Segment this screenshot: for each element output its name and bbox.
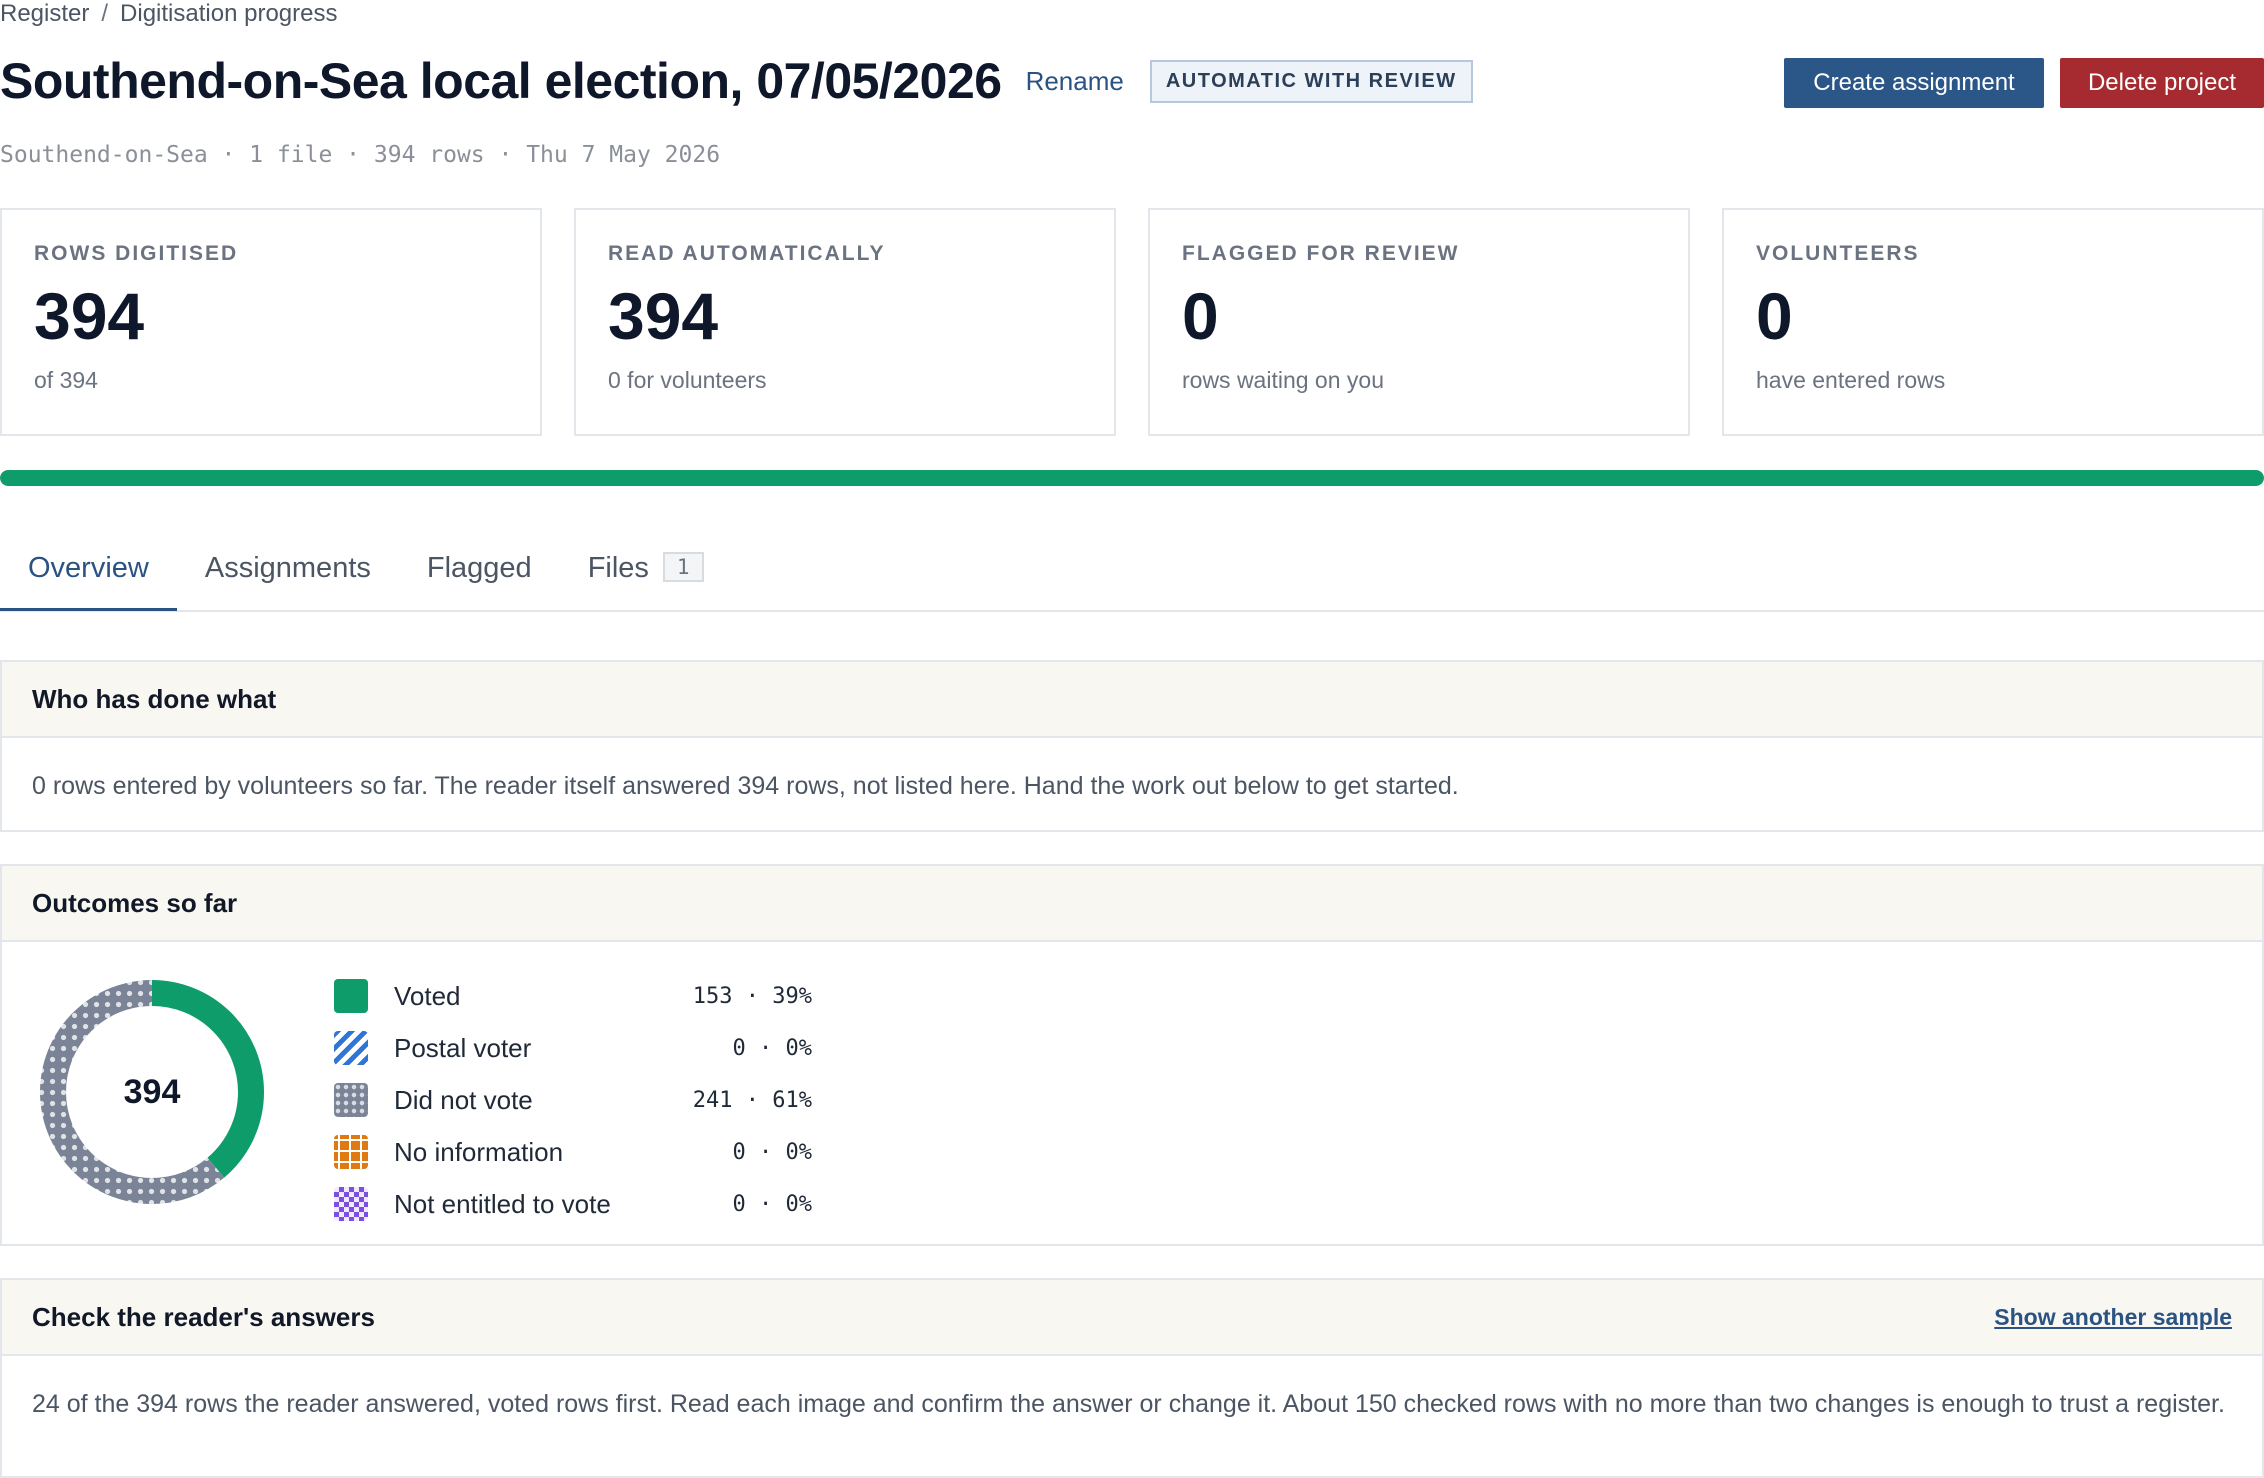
show-another-sample-link[interactable]: Show another sample xyxy=(1994,1304,2232,1331)
stat-card-flagged-for-review: FLAGGED FOR REVIEW 0 rows waiting on you xyxy=(1148,208,1690,436)
no-information-swatch xyxy=(334,1135,368,1169)
legend-row-did-not-vote: Did not vote 241 · 61% xyxy=(334,1074,812,1126)
header-actions: Create assignment Delete project xyxy=(1784,58,2264,108)
stat-label: ROWS DIGITISED xyxy=(34,242,239,265)
panel-body-text: 0 rows entered by volunteers so far. The… xyxy=(32,772,1459,800)
tab-label: Flagged xyxy=(426,552,532,584)
outcomes-legend: Voted 153 · 39% Postal voter 0 · 0% Did … xyxy=(334,970,812,1230)
panel-title: Who has done what xyxy=(32,683,277,714)
legend-row-postal-voter: Postal voter 0 · 0% xyxy=(334,1022,812,1074)
tab-overview[interactable]: Overview xyxy=(0,540,177,611)
outcomes-panel: Outcomes so far 394 Voted 153 · 39% Post… xyxy=(0,864,2264,1246)
stat-value: 394 xyxy=(34,279,145,353)
legend-value: 0 · 0% xyxy=(732,1035,812,1061)
tab-label: Assignments xyxy=(204,552,371,584)
legend-row-voted: Voted 153 · 39% xyxy=(334,970,812,1022)
legend-label: No information xyxy=(394,1136,564,1167)
breadcrumb-separator: / xyxy=(101,0,109,27)
voted-swatch xyxy=(334,979,368,1013)
tab-label: Overview xyxy=(28,552,149,584)
breadcrumb-current: Digitisation progress xyxy=(120,0,338,27)
legend-row-no-information: No information 0 · 0% xyxy=(334,1126,812,1178)
postal-voter-swatch xyxy=(334,1031,368,1065)
progress-fill xyxy=(0,470,2264,486)
tab-label: Files xyxy=(587,552,649,584)
mode-badge: AUTOMATIC WITH REVIEW xyxy=(1149,59,1473,103)
digitisation-progress-bar xyxy=(0,470,2264,486)
legend-label: Voted xyxy=(394,980,461,1011)
outcomes-donut: 394 xyxy=(36,976,268,1208)
title-row: Southend-on-Sea local election, 07/05/20… xyxy=(0,52,1473,110)
who-has-done-what-panel: Who has done what 0 rows entered by volu… xyxy=(0,660,2264,832)
legend-value: 0 · 0% xyxy=(732,1191,812,1217)
panel-title: Check the reader's answers xyxy=(32,1301,375,1332)
panel-header: Outcomes so far xyxy=(2,866,2262,942)
legend-value: 0 · 0% xyxy=(732,1139,812,1165)
project-meta: Southend-on-Sea · 1 file · 394 rows · Th… xyxy=(0,142,721,168)
stat-sub: rows waiting on you xyxy=(1182,366,1384,393)
donut-total: 394 xyxy=(123,1072,181,1111)
legend-label: Not entitled to vote xyxy=(394,1188,611,1219)
stat-label: READ AUTOMATICALLY xyxy=(608,242,886,265)
files-count-badge: 1 xyxy=(662,552,704,582)
tab-files[interactable]: Files 1 xyxy=(560,540,732,608)
stats-row: ROWS DIGITISED 394 of 394 READ AUTOMATIC… xyxy=(0,208,2264,436)
stat-card-volunteers: VOLUNTEERS 0 have entered rows xyxy=(1722,208,2264,436)
stat-label: FLAGGED FOR REVIEW xyxy=(1182,242,1460,265)
legend-row-not-entitled: Not entitled to vote 0 · 0% xyxy=(334,1178,812,1230)
legend-value: 241 · 61% xyxy=(692,1087,812,1113)
stat-card-read-automatically: READ AUTOMATICALLY 394 0 for volunteers xyxy=(574,208,1116,436)
stat-label: VOLUNTEERS xyxy=(1756,242,1920,265)
stat-sub: of 394 xyxy=(34,366,98,393)
not-entitled-swatch xyxy=(334,1187,368,1221)
tab-assignments[interactable]: Assignments xyxy=(177,540,399,608)
panel-header: Who has done what xyxy=(2,662,2262,738)
tab-bar: Overview Assignments Flagged Files 1 xyxy=(0,540,2264,612)
panel-header: Check the reader's answers Show another … xyxy=(2,1280,2262,1356)
panel-title: Outcomes so far xyxy=(32,887,238,918)
legend-label: Did not vote xyxy=(394,1084,533,1115)
stat-value: 394 xyxy=(608,279,719,353)
breadcrumb: Register / Digitisation progress xyxy=(0,0,337,28)
create-assignment-button[interactable]: Create assignment xyxy=(1784,58,2044,108)
stat-sub: have entered rows xyxy=(1756,366,1946,393)
legend-value: 153 · 39% xyxy=(692,983,812,1009)
delete-project-button[interactable]: Delete project xyxy=(2060,58,2264,108)
did-not-vote-swatch xyxy=(334,1083,368,1117)
digitisation-progress-page: Register / Digitisation progress Southen… xyxy=(0,0,2264,1478)
check-answers-panel: Check the reader's answers Show another … xyxy=(0,1278,2264,1478)
legend-label: Postal voter xyxy=(394,1032,532,1063)
breadcrumb-register-link[interactable]: Register xyxy=(0,0,89,28)
page-title: Southend-on-Sea local election, 07/05/20… xyxy=(0,53,1002,109)
panel-body-text: 24 of the 394 rows the reader answered, … xyxy=(32,1390,2225,1418)
outcomes-body: 394 Voted 153 · 39% Postal voter 0 · 0% … xyxy=(2,942,2262,1242)
stat-value: 0 xyxy=(1756,279,1793,353)
stat-card-rows-digitised: ROWS DIGITISED 394 of 394 xyxy=(0,208,542,436)
tab-flagged[interactable]: Flagged xyxy=(399,540,560,608)
stat-sub: 0 for volunteers xyxy=(608,366,767,393)
stat-value: 0 xyxy=(1182,279,1219,353)
rename-link[interactable]: Rename xyxy=(1026,66,1124,97)
